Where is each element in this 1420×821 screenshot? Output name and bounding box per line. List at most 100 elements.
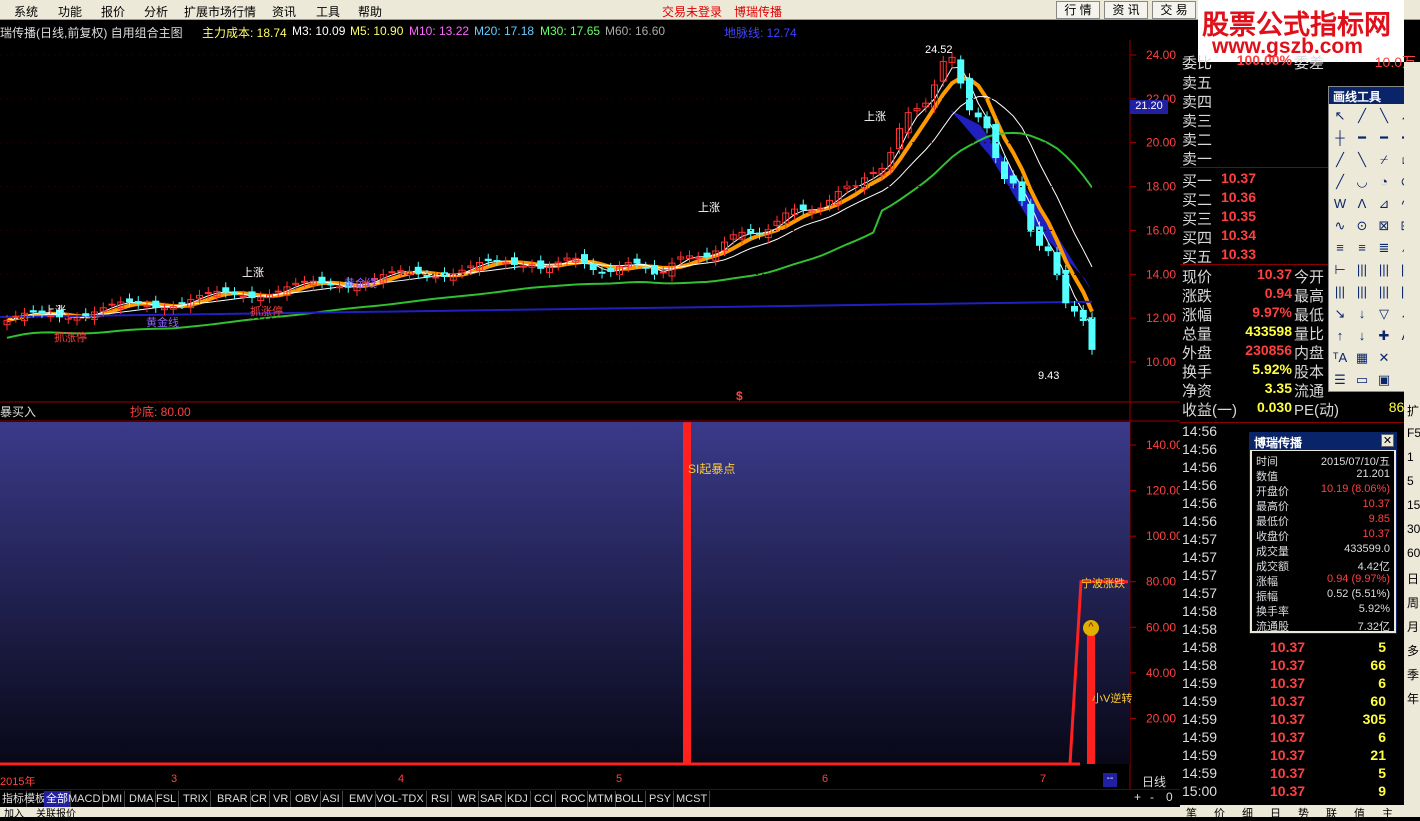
menu-system[interactable]: 系统 [14,3,38,20]
draw-tool-icon[interactable]: ╱ [1353,107,1371,125]
side-button[interactable]: 多 [1407,642,1419,659]
side-button[interactable]: 5 [1407,474,1414,488]
draw-tool-icon[interactable]: W [1331,195,1349,213]
tick-tab[interactable]: 值 [1354,805,1365,821]
draw-tool-icon[interactable]: ⊠ [1375,217,1393,235]
tab-mtm[interactable]: MTM [586,791,617,807]
side-button[interactable]: 月 [1407,618,1419,635]
draw-tool-icon[interactable]: ⌿ [1375,151,1393,169]
side-button[interactable]: 日 [1407,570,1419,587]
tick-tab[interactable]: 主 [1382,805,1393,821]
close-icon[interactable]: ✕ [1381,434,1394,447]
add-button[interactable]: 加入 [4,805,24,820]
trade-button[interactable]: 交 易 [1152,1,1196,19]
side-button[interactable]: 季 [1407,666,1419,683]
draw-tool-icon[interactable]: ≡ [1331,239,1349,257]
tick-tab[interactable]: 日 [1270,805,1281,821]
tab-wr[interactable]: WR [456,791,480,807]
menu-tools[interactable]: 工具 [316,3,340,20]
side-button[interactable]: F5 [1407,426,1420,440]
draw-tool-icon[interactable]: ━ [1375,129,1393,147]
draw-tool-icon[interactable]: ╱ [1331,151,1349,169]
draw-tool-icon[interactable]: ᵀA [1331,349,1349,367]
side-button[interactable]: 年 [1407,690,1419,707]
draw-tool-icon[interactable]: ✚ [1375,327,1393,345]
side-button[interactable]: 周 [1407,594,1419,611]
tab-asi[interactable]: ASI [320,791,343,807]
tab-boll[interactable]: BOLL [613,791,647,807]
menu-function[interactable]: 功能 [58,3,82,20]
side-button[interactable]: 1 [1407,450,1414,464]
draw-tool-icon[interactable]: ↘ [1331,305,1349,323]
tab-vol-tdx[interactable]: VOL-TDX [374,791,427,807]
period-label[interactable]: 日线 [1142,773,1166,790]
draw-tool-icon[interactable]: ≡ [1353,239,1371,257]
menu-extended-market[interactable]: 扩展市场行情 [184,3,256,20]
draw-tool-icon[interactable]: ━ [1353,129,1371,147]
draw-tool-icon[interactable]: ╱ [1331,173,1349,191]
tab-fsl[interactable]: FSL [154,791,180,807]
draw-tool-icon[interactable]: ∿ [1331,217,1349,235]
data-popup[interactable]: 博瑞传播 ✕ 时间 2015/07/10/五 数值 21.201 开盘价 10.19 (8.… [1249,432,1397,634]
draw-tool-icon[interactable]: ||| [1353,283,1371,301]
zoom-out-button[interactable]: - [1150,790,1154,804]
draw-tool-icon[interactable]: ▦ [1353,349,1371,367]
draw-tool-icon[interactable]: ⊙ [1353,217,1371,235]
tab-trix[interactable]: TRIX [181,791,212,807]
draw-tool-icon[interactable]: ▽ [1375,305,1393,323]
tab-emv[interactable]: EMV [347,791,376,807]
draw-tool-icon[interactable]: ╲ [1375,107,1393,125]
tick-tab[interactable]: 势 [1298,805,1309,821]
tab-kdj[interactable]: KDJ [505,791,531,807]
tab-cr[interactable]: CR [249,791,270,807]
draw-tool-icon[interactable]: ↑ [1331,327,1349,345]
menu-quote[interactable]: 报价 [101,3,125,20]
draw-tool-icon[interactable]: ◔ [1375,173,1393,191]
tab-dmi[interactable]: DMI [100,791,126,807]
tick-tab[interactable]: 联 [1326,805,1337,821]
tick-tab[interactable]: 笔 [1186,805,1197,821]
login-status[interactable]: 交易未登录 [662,3,722,20]
tab-roc[interactable]: ROC [559,791,589,807]
market-button[interactable]: 行 情 [1056,1,1100,19]
draw-tool-icon[interactable]: Λ [1353,195,1371,213]
menu-news[interactable]: 资讯 [272,3,296,20]
menu-analysis[interactable]: 分析 [144,3,168,20]
tab-psy[interactable]: PSY [647,791,675,807]
side-button[interactable]: 扩 [1407,402,1419,419]
side-button[interactable]: 30 [1407,522,1420,536]
tab-mcst[interactable]: MCST [674,791,711,807]
tab-cci[interactable]: CCI [532,791,556,807]
tick-tab[interactable]: 细 [1242,805,1253,821]
draw-tool-icon[interactable]: ┼ [1331,129,1349,147]
side-button[interactable]: 60 [1407,546,1420,560]
draw-tool-icon[interactable]: ||| [1375,283,1393,301]
zoom-in-button[interactable]: + [1134,790,1141,804]
draw-tool-icon[interactable]: ≣ [1375,239,1393,257]
draw-tool-icon[interactable]: ||| [1375,261,1393,279]
draw-tool-icon[interactable]: ⊿ [1375,195,1393,213]
zoom-controls[interactable]: + - 0 [1130,790,1180,806]
news-button[interactable]: 资 讯 [1104,1,1148,19]
indicator-name[interactable]: 暴买入 [0,403,36,420]
tab-rsi[interactable]: RSI [429,791,453,807]
related-quote-button[interactable]: 关联报价 [36,805,76,820]
draw-tool-icon[interactable]: ✕ [1375,349,1393,367]
draw-tool-icon[interactable]: ⊢ [1331,261,1349,279]
tab-sar[interactable]: SAR [478,791,506,807]
draw-tool-icon[interactable]: ▭ [1353,371,1371,389]
scroll-indicator[interactable]: -- [1103,773,1117,787]
menu-help[interactable]: 帮助 [358,3,382,20]
draw-tool-icon[interactable]: ↓ [1353,327,1371,345]
draw-tool-icon[interactable]: ╲ [1353,151,1371,169]
tab-brar[interactable]: BRAR [215,791,251,807]
zoom-reset-button[interactable]: 0 [1166,790,1173,804]
draw-tool-icon[interactable]: ↓ [1353,305,1371,323]
draw-tool-icon[interactable]: ▣ [1375,371,1393,389]
draw-tool-icon[interactable]: ||| [1353,261,1371,279]
draw-tool-icon[interactable]: ↖ [1331,107,1349,125]
draw-tool-icon[interactable]: ||| [1331,283,1349,301]
tab-obv[interactable]: OBV [293,791,322,807]
tab-dma[interactable]: DMA [127,791,157,807]
draw-tool-icon[interactable]: ☰ [1331,371,1349,389]
